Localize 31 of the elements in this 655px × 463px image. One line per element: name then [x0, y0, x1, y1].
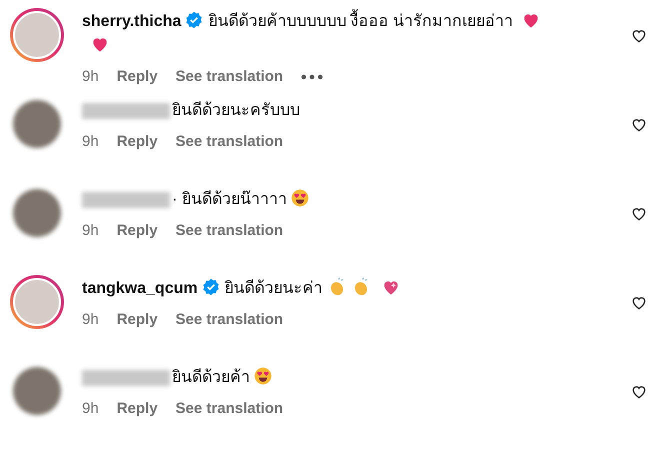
- username[interactable]: tangkwa_qcum: [82, 280, 198, 297]
- more-options-icon[interactable]: [301, 74, 324, 80]
- timestamp: 9h: [82, 310, 99, 330]
- timestamp: 9h: [82, 132, 99, 152]
- reply-link[interactable]: Reply: [116, 66, 158, 88]
- like-heart-icon[interactable]: [631, 28, 647, 44]
- comment-text: ยินดีด้วยนะครับบบ: [172, 102, 300, 119]
- heart-eyes-emoji-icon: [290, 188, 310, 208]
- timestamp: 9h: [82, 221, 99, 241]
- timestamp: 9h: [82, 67, 99, 87]
- see-translation-link[interactable]: See translation: [176, 398, 284, 420]
- see-translation-link[interactable]: See translation: [176, 131, 284, 154]
- reply-link[interactable]: Reply: [116, 398, 158, 420]
- reply-link[interactable]: Reply: [116, 131, 158, 154]
- avatar[interactable]: [10, 275, 64, 329]
- see-translation-link[interactable]: See translation: [176, 220, 284, 242]
- comment-text: ยินดีด้วยค้า: [172, 369, 250, 386]
- comment-text: ยินดีด้วยนะค่า: [224, 280, 323, 297]
- reply-link[interactable]: Reply: [116, 220, 158, 242]
- reply-link[interactable]: Reply: [116, 309, 158, 332]
- heart-eyes-emoji-icon: [253, 366, 273, 386]
- username[interactable]: sherry.thicha: [82, 13, 182, 30]
- avatar[interactable]: [10, 8, 64, 62]
- see-translation-link[interactable]: See translation: [176, 309, 284, 332]
- see-translation-link[interactable]: See translation: [176, 66, 284, 88]
- like-heart-icon[interactable]: [631, 117, 647, 133]
- like-heart-icon[interactable]: [631, 384, 647, 400]
- like-heart-icon[interactable]: [631, 206, 647, 222]
- comment-text: · ยินดีด้วยน๊าาาา: [172, 191, 287, 208]
- timestamp: 9h: [82, 399, 99, 419]
- like-heart-icon[interactable]: [631, 295, 647, 311]
